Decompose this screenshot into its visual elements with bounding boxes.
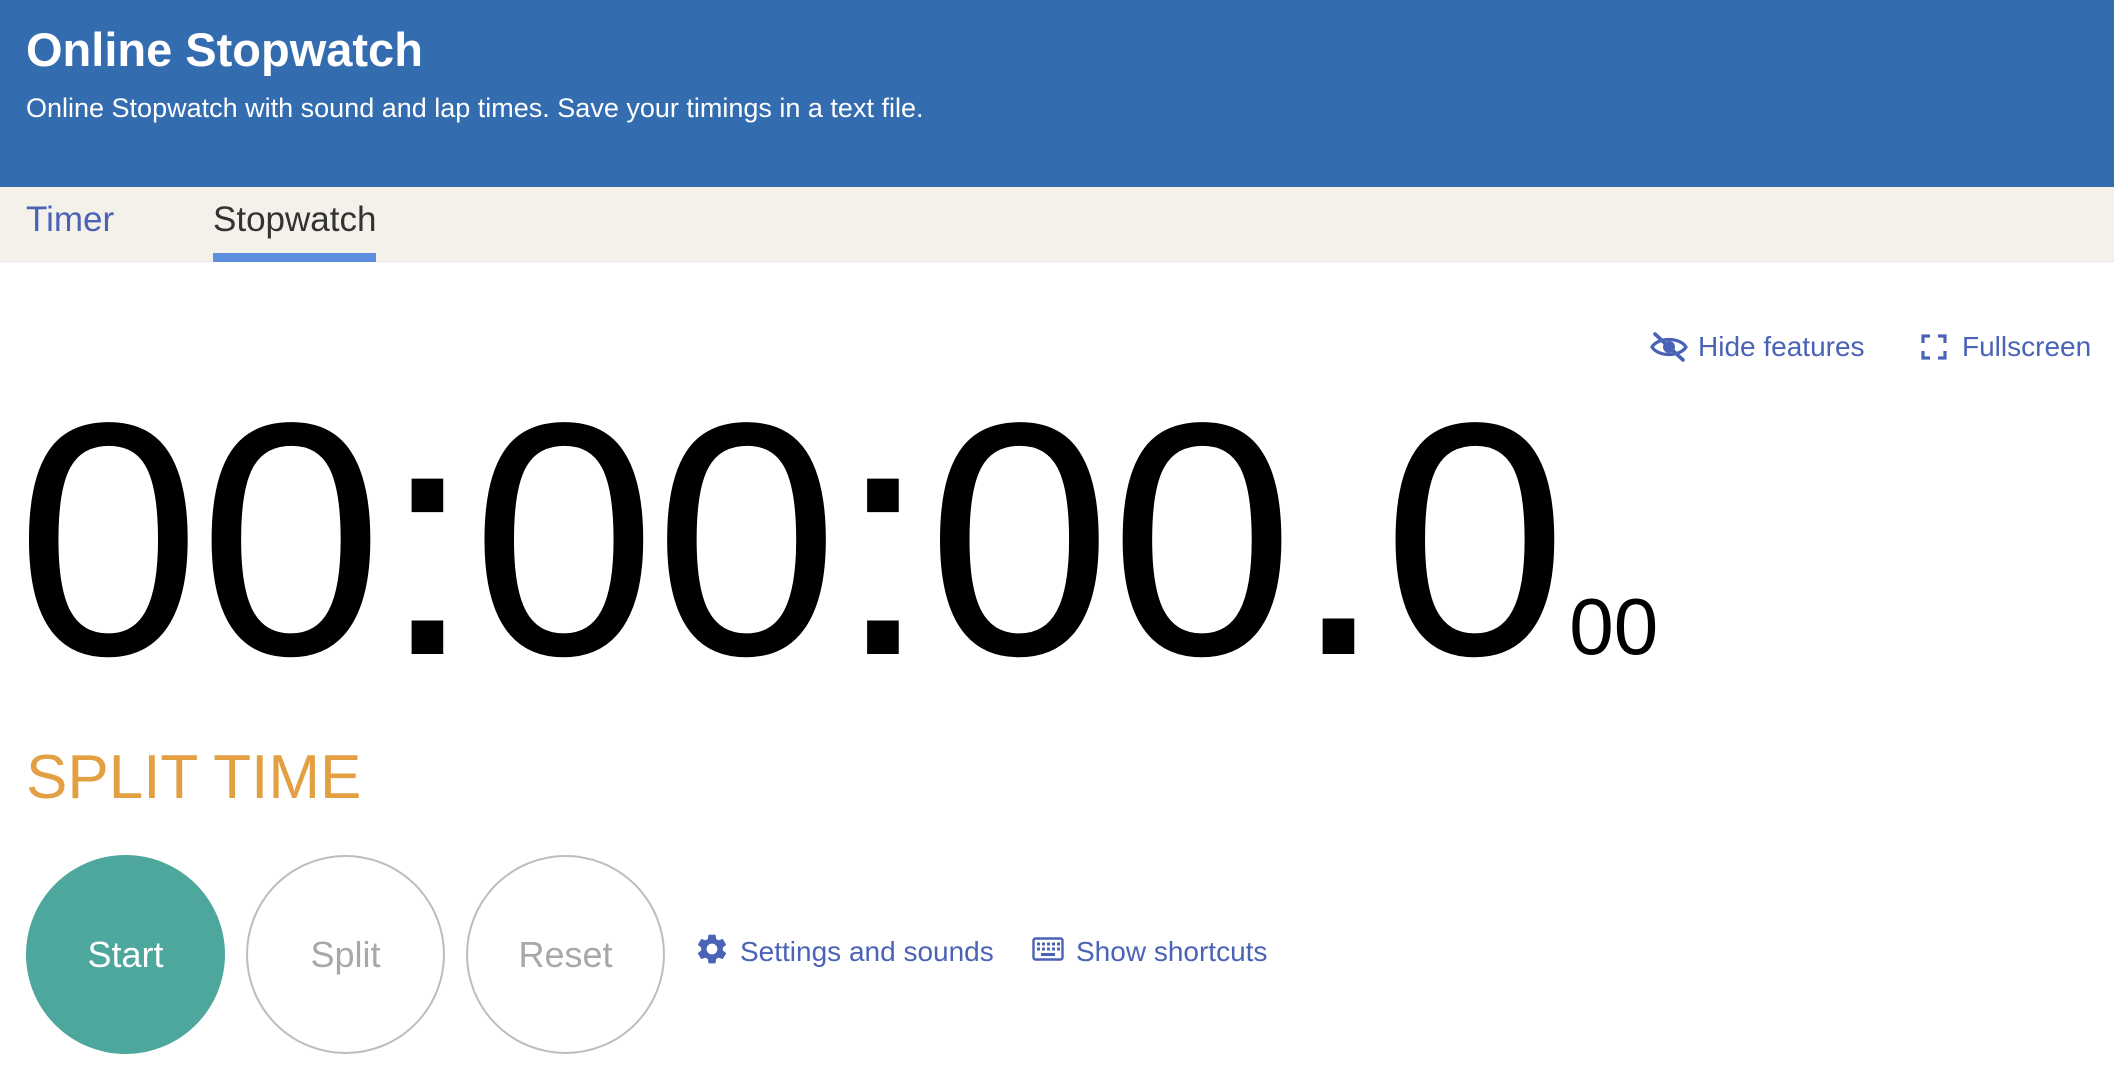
tab-timer[interactable]: Timer — [26, 187, 114, 262]
tab-timer-label: Timer — [26, 200, 115, 239]
page-subtitle: Online Stopwatch with sound and lap time… — [26, 93, 924, 123]
hide-features-button[interactable]: Hide features — [1650, 326, 1865, 368]
stopwatch-hundredths: 00 — [1569, 582, 1659, 671]
tab-stopwatch[interactable]: Stopwatch — [213, 187, 377, 262]
split-button-label: Split — [310, 933, 381, 975]
fullscreen-icon — [1920, 333, 1948, 361]
start-button[interactable]: Start — [26, 855, 225, 1054]
settings-and-sounds-link[interactable]: Settings and sounds — [694, 932, 994, 972]
page-title: Online Stopwatch — [26, 23, 423, 76]
eye-off-icon — [1650, 331, 1688, 363]
reset-button-label: Reset — [518, 933, 613, 975]
show-shortcuts-link[interactable]: Show shortcuts — [1032, 932, 1267, 972]
stopwatch-display: 00:00:00.000 — [16, 354, 1659, 725]
split-button[interactable]: Split — [246, 855, 445, 1054]
split-time-label: SPLIT TIME — [26, 743, 362, 812]
gear-icon — [694, 931, 730, 974]
page-header: Online Stopwatch Online Stopwatch with s… — [0, 0, 2114, 187]
tab-stopwatch-label: Stopwatch — [213, 200, 377, 239]
active-tab-indicator — [213, 253, 377, 262]
keyboard-icon — [1032, 936, 1064, 968]
fullscreen-label: Fullscreen — [1962, 331, 2092, 362]
show-shortcuts-label: Show shortcuts — [1076, 936, 1268, 967]
fullscreen-button[interactable]: Fullscreen — [1920, 326, 2091, 368]
start-button-label: Start — [87, 933, 164, 975]
reset-button[interactable]: Reset — [466, 855, 665, 1054]
settings-and-sounds-label: Settings and sounds — [740, 936, 994, 967]
tab-bar: Timer Stopwatch — [0, 187, 2114, 262]
stopwatch-time: 00:00:00.0 — [16, 354, 1567, 725]
hide-features-label: Hide features — [1698, 331, 1865, 362]
